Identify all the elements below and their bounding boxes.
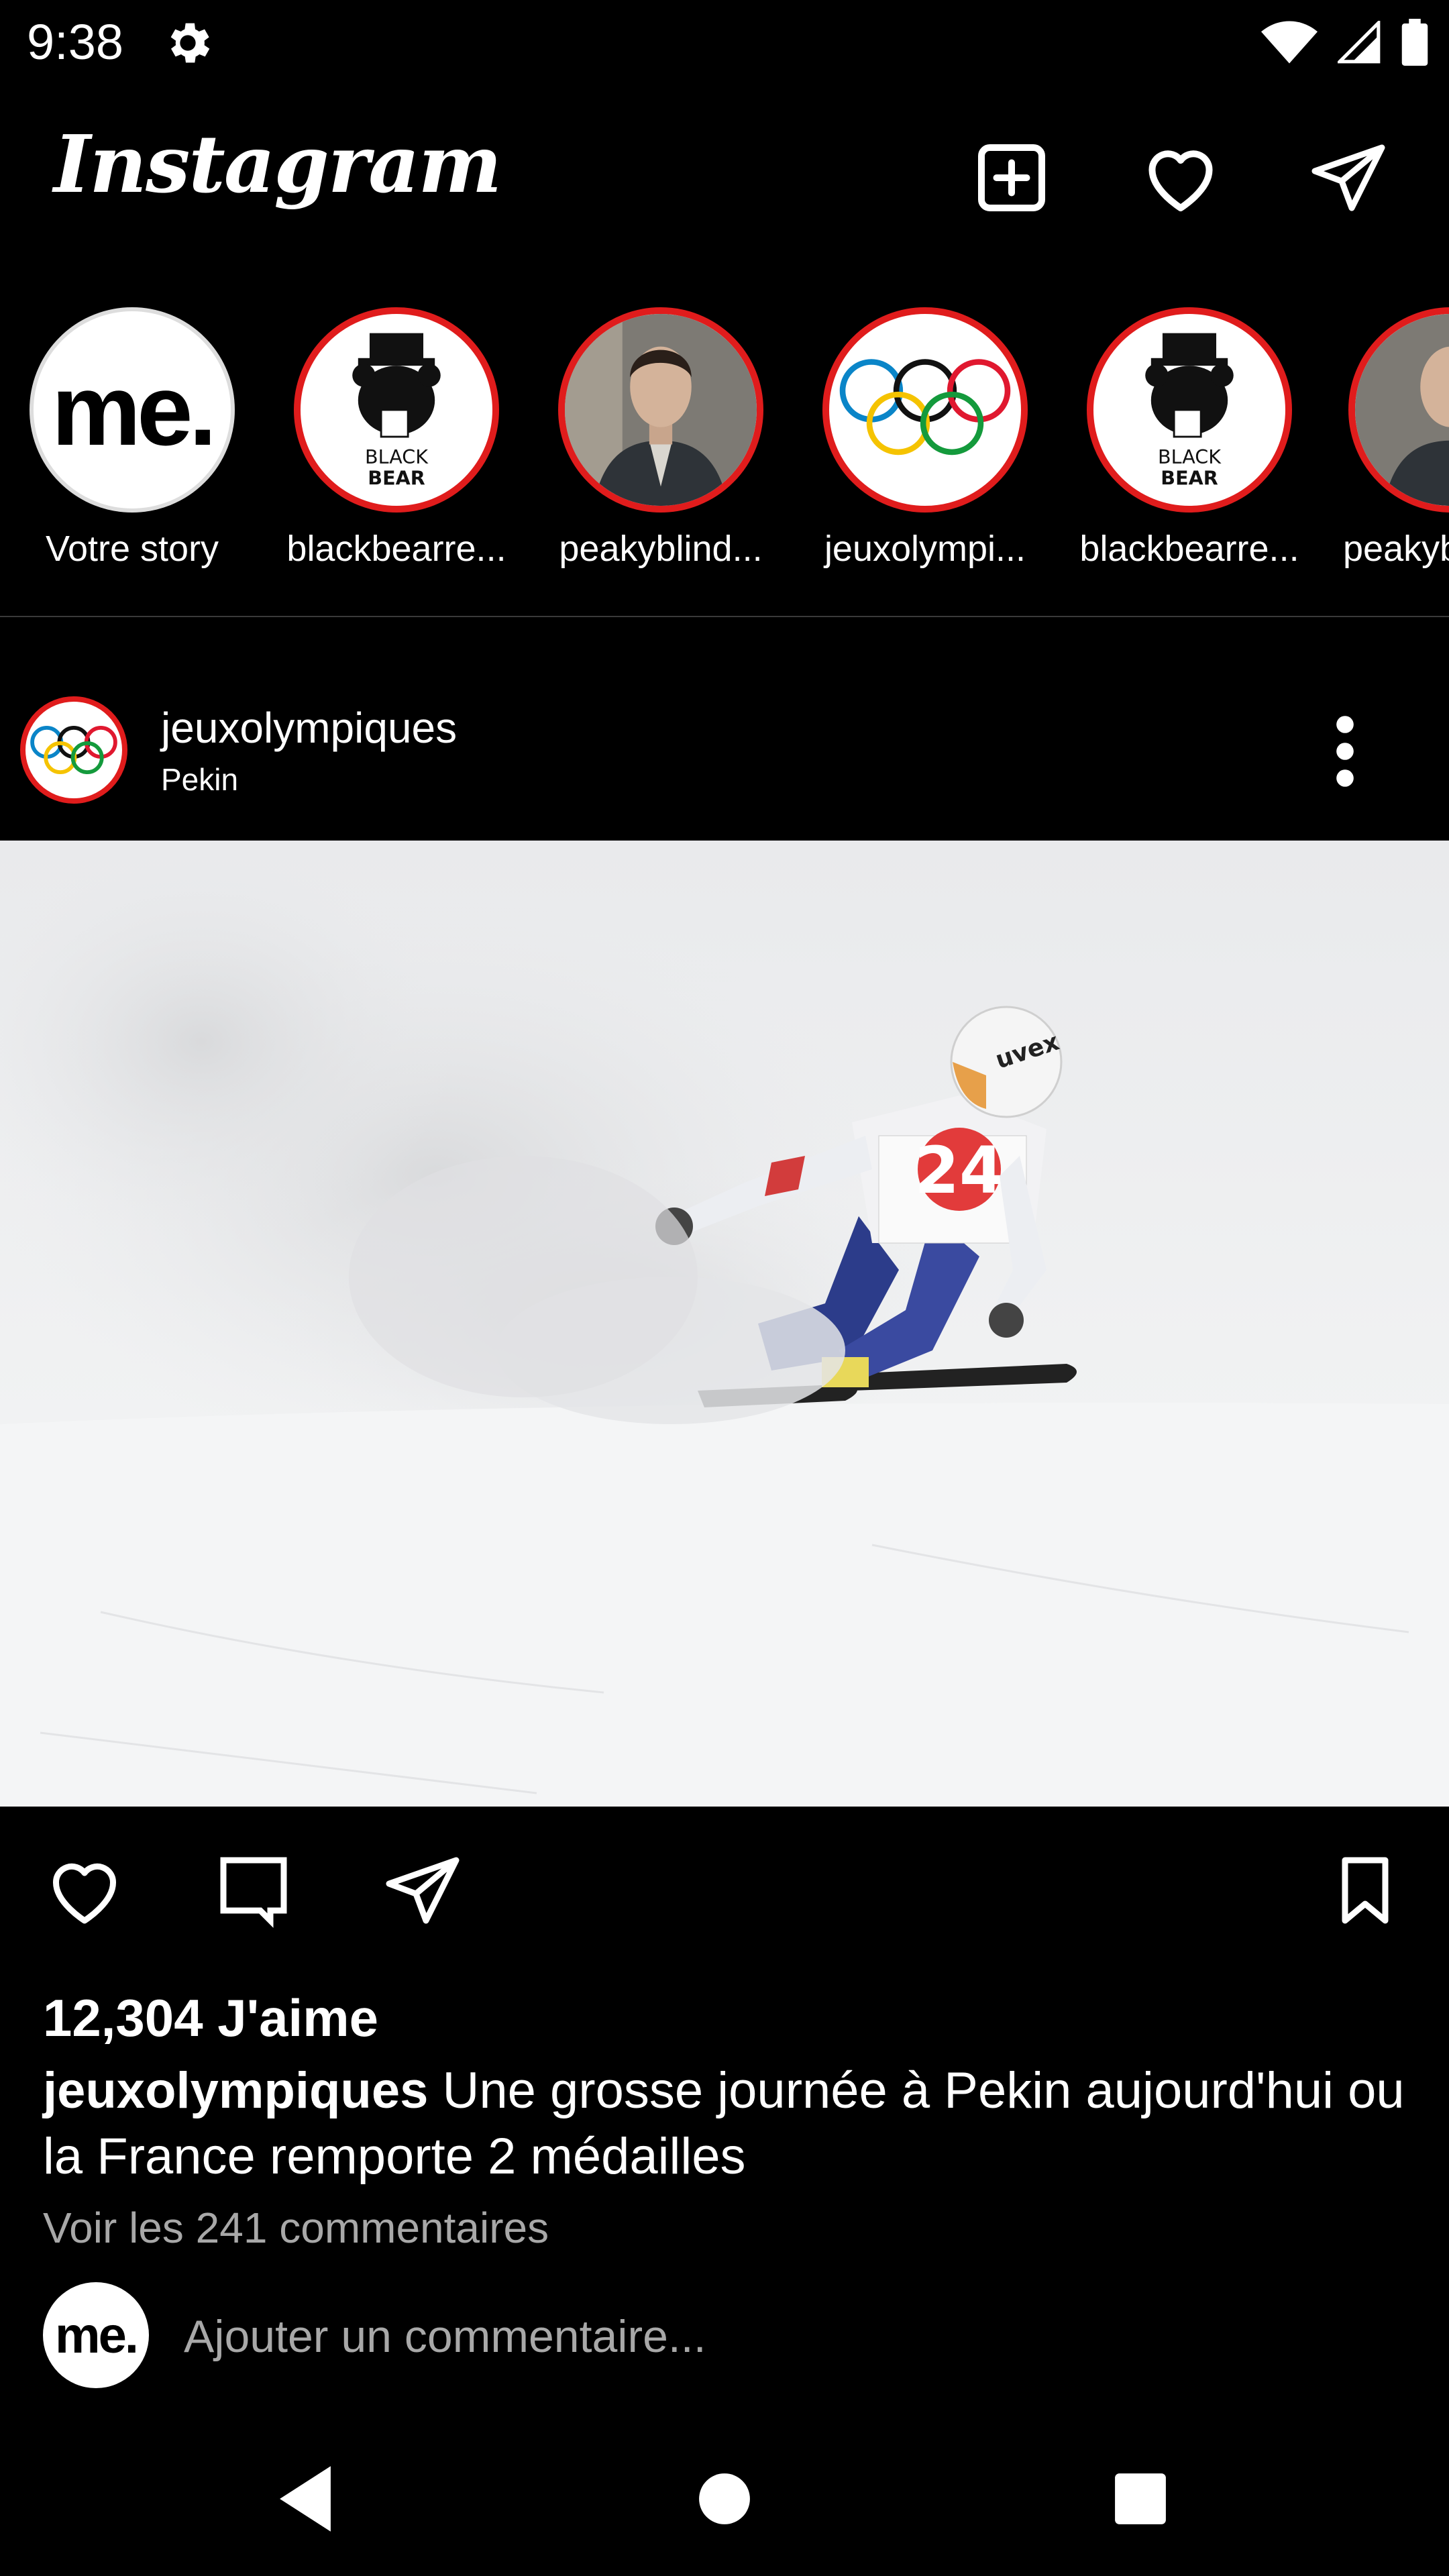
story-avatar: BLACK BEAR [294,307,499,513]
bookmark-icon[interactable] [1325,1850,1405,1931]
nav-back-icon[interactable] [262,2455,349,2542]
post-avatar[interactable] [20,696,127,804]
me-logo: me. [55,2306,139,2364]
comment-input[interactable] [182,2302,1393,2371]
status-icons [1261,19,1429,66]
comment-avatar: me. [43,2282,149,2388]
post-location[interactable]: Pekin [161,759,238,800]
activity-heart-icon[interactable] [1140,138,1221,218]
nav-home-icon[interactable] [681,2455,768,2542]
status-time: 9:38 [27,14,124,70]
story-label: blackbearre... [286,529,506,569]
instagram-logo: Instagram [54,117,502,211]
olympic-rings-icon [839,359,1011,455]
me-logo: me. [51,353,217,466]
bib-number: 24 [914,1133,1004,1208]
story-label: jeuxolympi... [824,529,1026,569]
new-post-icon[interactable] [971,138,1052,218]
bear-text-1: BLACK [365,445,429,468]
direct-message-icon[interactable] [1308,138,1389,218]
comment-icon[interactable] [213,1850,294,1931]
story-peaky[interactable]: peakyblind... [529,307,793,576]
signal-icon [1338,21,1381,64]
story-label: Votre story [45,529,219,569]
portrait-photo [1355,314,1449,506]
battery-icon [1401,19,1428,66]
story-label: blackbearre... [1079,529,1299,569]
portrait-photo [565,314,757,506]
like-heart-icon[interactable] [44,1850,125,1931]
caption-username[interactable]: jeuxolympiques [43,2062,428,2119]
post-caption: jeuxolympiques Une grosse journée à Peki… [43,2058,1411,2190]
gear-icon [170,23,210,63]
post-username[interactable]: jeuxolympiques [161,701,457,755]
story-peaky-2[interactable]: peakyb [1322,307,1449,576]
story-avatar: me. [30,307,235,513]
bear-text-2: BEAR [368,467,425,490]
share-icon[interactable] [382,1850,463,1931]
story-label: peakyblind... [559,529,763,569]
bear-text-2: BEAR [1161,467,1218,490]
bear-logo-icon: BLACK BEAR [352,333,441,490]
nav-recents-icon[interactable] [1097,2455,1184,2542]
story-blackbear[interactable]: BLACK BEAR blackbearre... [264,307,529,576]
likes-count[interactable]: 12,304 J'aime [43,1984,378,2051]
more-options-icon[interactable] [1322,711,1368,792]
story-blackbear-2[interactable]: BLACK BEAR blackbearre... [1057,307,1322,576]
view-comments-link[interactable]: Voir les 241 commentaires [43,2198,549,2258]
bear-text-1: BLACK [1158,445,1222,468]
stories-divider [0,616,1449,617]
wifi-icon [1261,21,1318,64]
bear-logo-icon: BLACK BEAR [1145,333,1234,490]
post-image[interactable]: 24 uvex [0,841,1449,1807]
olympic-rings-icon [30,726,117,774]
story-avatar: BLACK BEAR [1087,307,1292,513]
story-avatar [558,307,763,513]
story-own[interactable]: me. Votre story [0,307,264,576]
story-label: peakyb [1343,529,1449,569]
story-olympics[interactable]: jeuxolympi... [793,307,1057,576]
story-avatar [822,307,1028,513]
story-avatar [1348,307,1449,513]
